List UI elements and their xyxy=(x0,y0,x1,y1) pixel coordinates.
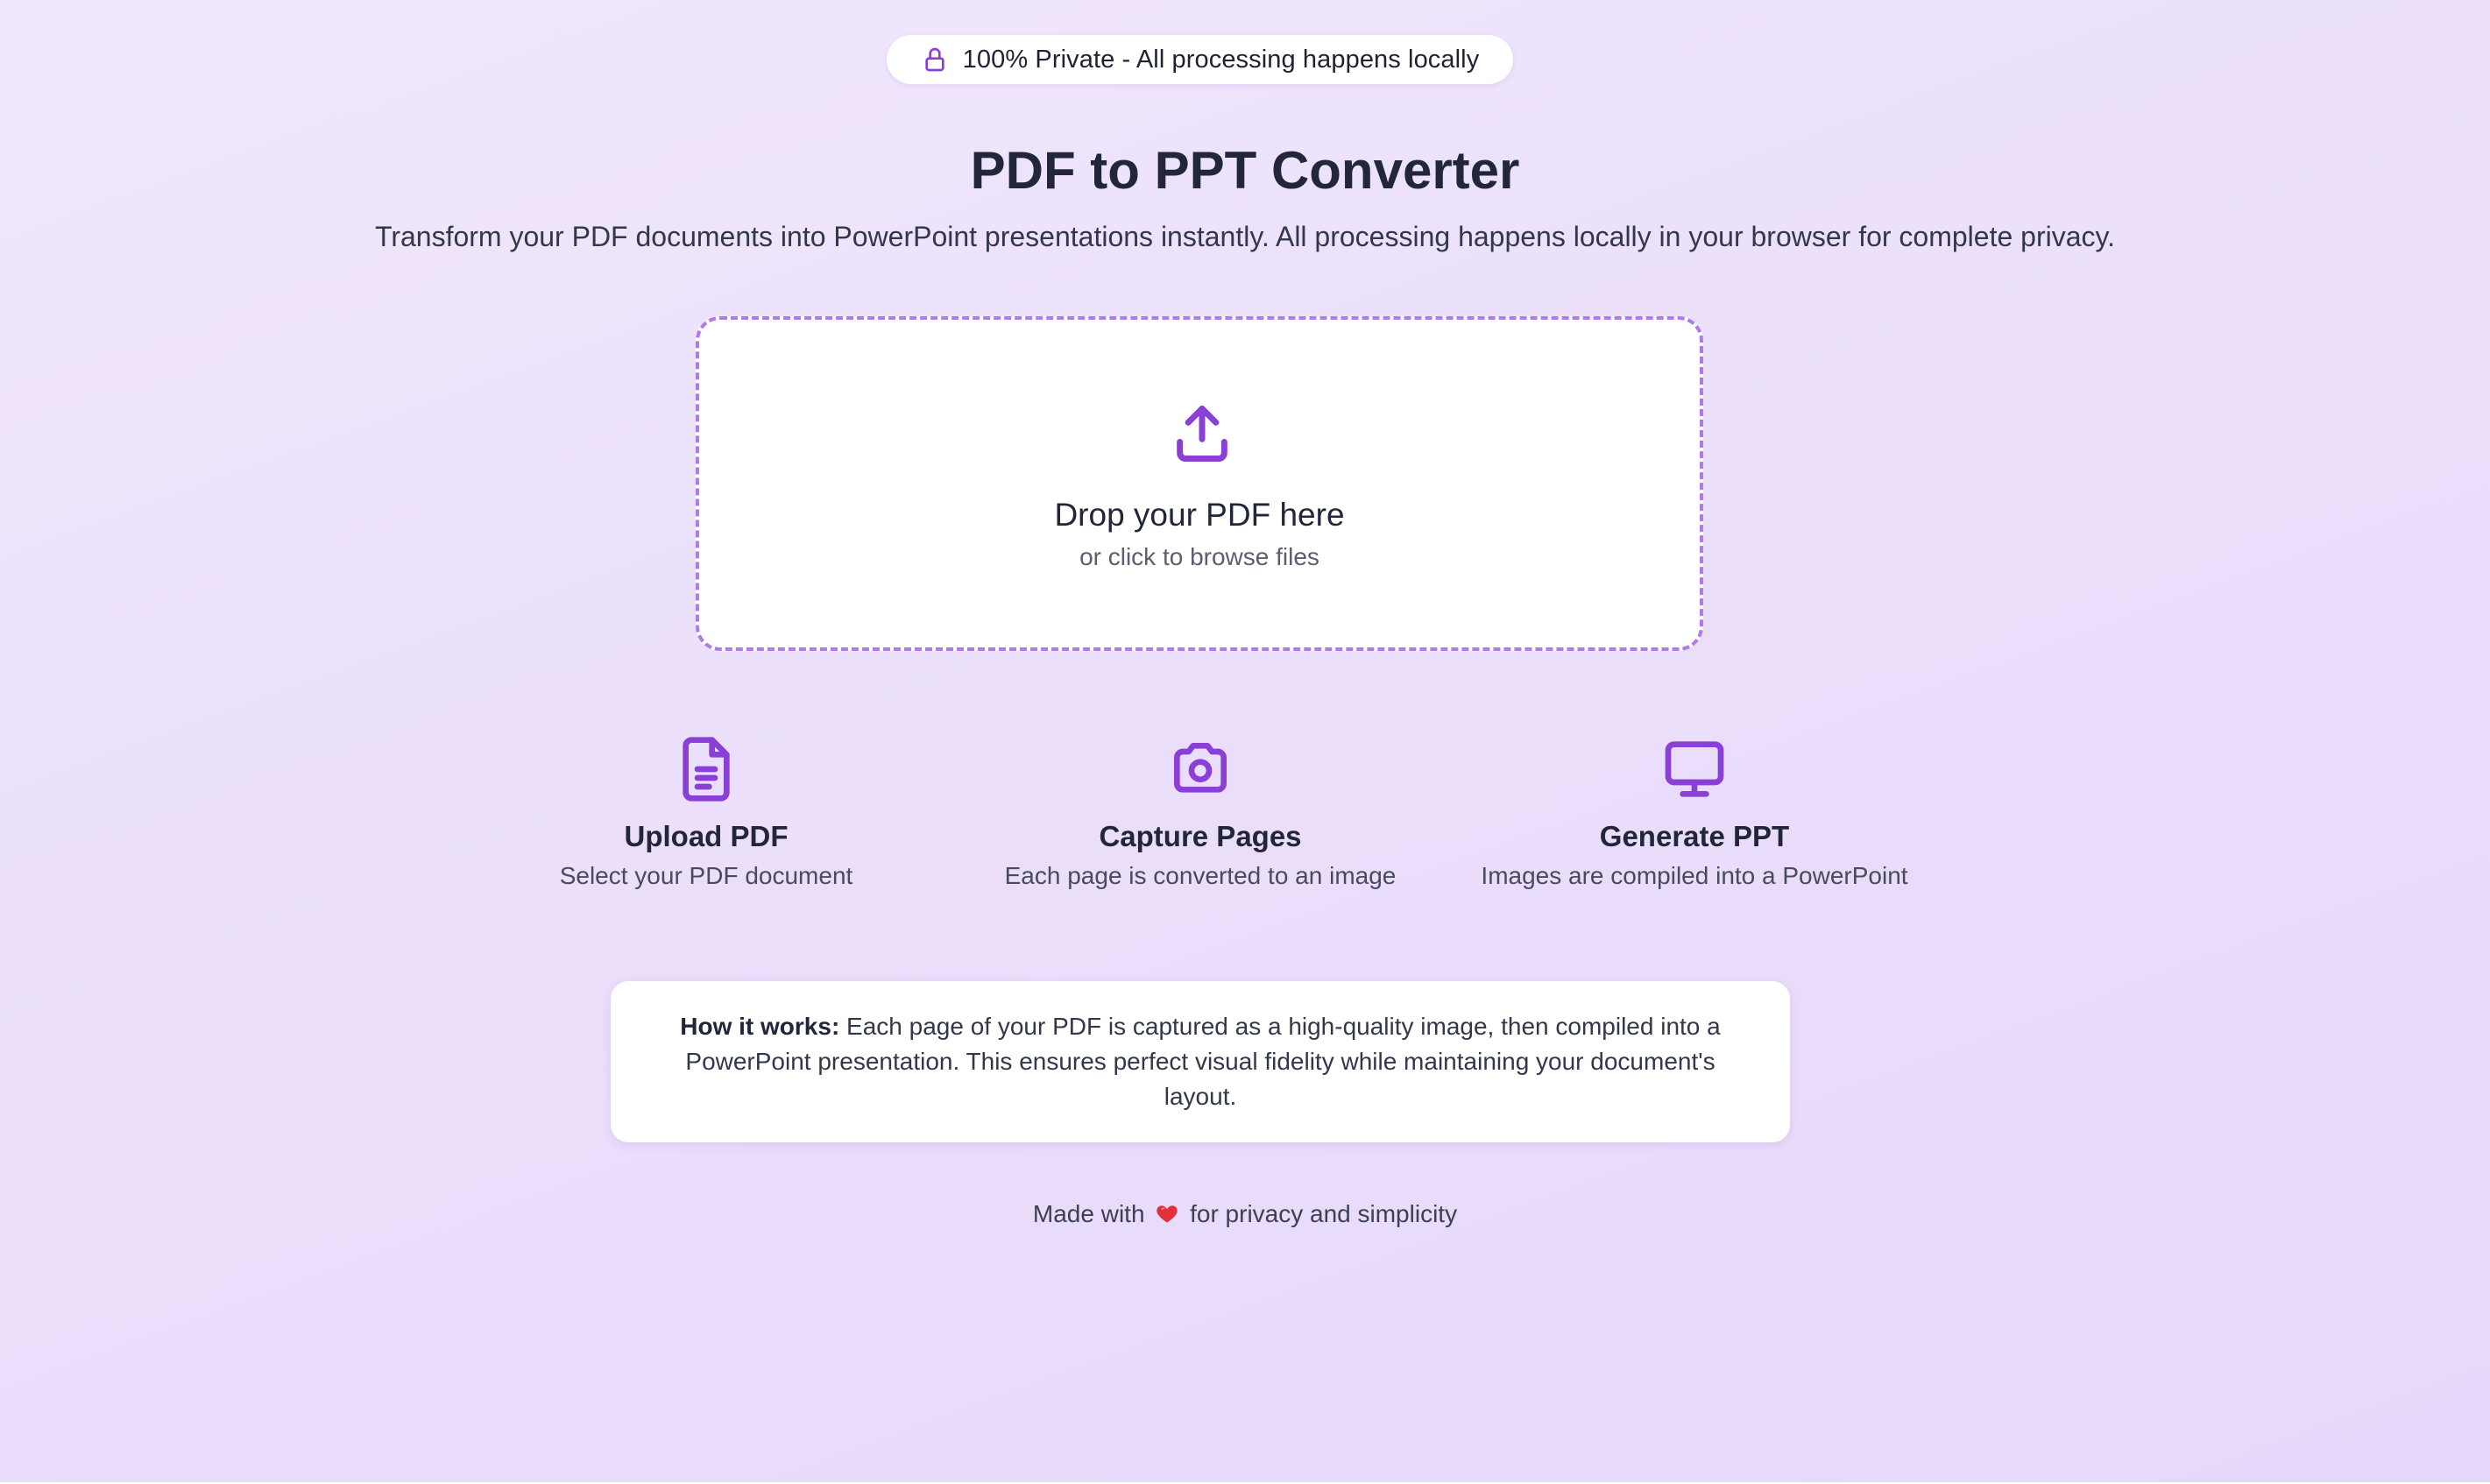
step-title: Capture Pages xyxy=(1099,820,1302,852)
how-it-works-card: How it works: Each page of your PDF is c… xyxy=(611,981,1790,1142)
camera-icon xyxy=(1174,743,1227,793)
monitor-icon xyxy=(1665,741,1724,797)
privacy-badge-text: 100% Private - All processing happens lo… xyxy=(962,45,1480,74)
upload-icon xyxy=(1177,406,1227,462)
footer: Made with for privacy and simplicity xyxy=(0,1200,2490,1228)
step-upload-pdf: Upload PDF Select your PDF document xyxy=(461,734,951,890)
heart-icon xyxy=(1157,1205,1178,1223)
step-description: Images are compiled into a PowerPoint xyxy=(1481,862,1908,889)
footer-text-before: Made with xyxy=(1032,1200,1145,1227)
document-icon xyxy=(683,737,730,802)
privacy-badge: 100% Private - All processing happens lo… xyxy=(887,35,1513,84)
page-subtitle: Transform your PDF documents into PowerP… xyxy=(374,221,2116,252)
step-description: Each page is converted to an image xyxy=(1004,862,1397,889)
step-capture-pages: Capture Pages Each page is converted to … xyxy=(955,734,1446,890)
browse-files-hint: or click to browse files xyxy=(1079,543,1319,570)
page-title: PDF to PPT Converter xyxy=(970,141,1520,200)
footer-text-after: for privacy and simplicity xyxy=(1190,1200,1458,1227)
how-it-works-text: Each page of your PDF is captured as a h… xyxy=(685,1013,1721,1110)
pdf-dropzone[interactable]: Drop your PDF here or click to browse fi… xyxy=(696,316,1703,651)
step-generate-ppt: Generate PPT Images are compiled into a … xyxy=(1449,734,1940,890)
step-title: Generate PPT xyxy=(1599,820,1790,852)
step-description: Select your PDF document xyxy=(559,862,853,889)
page-background: 100% Private - All processing happens lo… xyxy=(0,0,2490,1484)
how-it-works-label: How it works: xyxy=(680,1013,840,1040)
dropzone-title: Drop your PDF here xyxy=(1054,497,1345,533)
lock-icon xyxy=(925,47,944,72)
step-title: Upload PDF xyxy=(624,820,789,852)
